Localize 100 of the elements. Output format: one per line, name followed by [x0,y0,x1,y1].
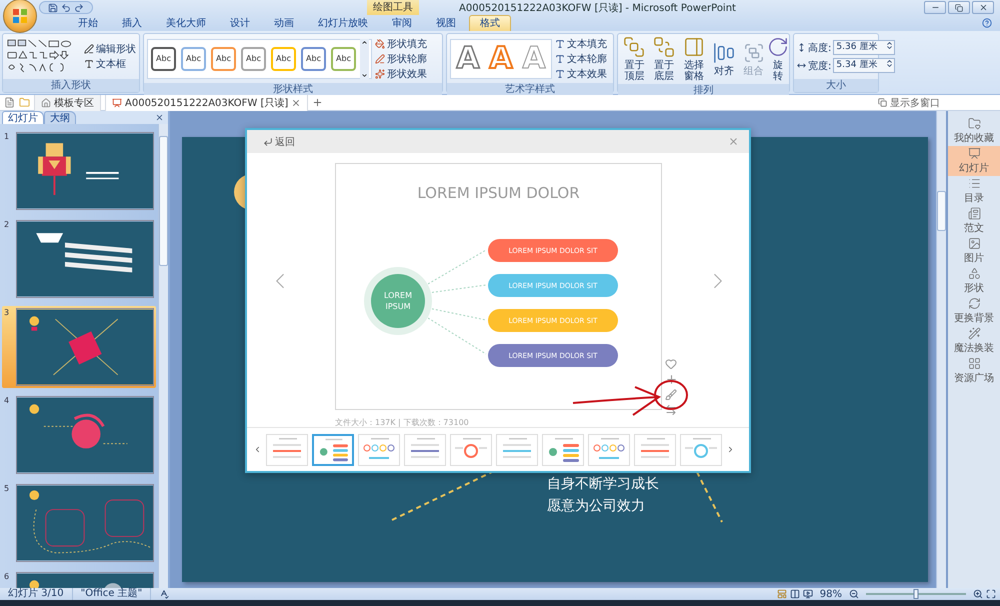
tab-label: A000520151222A03KOFW [只读] [125,96,288,110]
sidebar-item[interactable]: 范文 [948,206,1000,236]
ribbon-tab[interactable]: 设计 [219,15,261,31]
plus-icon[interactable] [665,373,678,386]
group-label: 大小 [794,79,878,92]
text-box-icon [84,59,94,69]
ribbon-tab[interactable]: 美化大师 [155,15,217,31]
close-icon[interactable] [155,113,164,122]
close-icon[interactable] [291,98,302,108]
slide-number: 1 [4,132,10,143]
spell-check-icon[interactable] [159,589,170,599]
zoom-level: 98% [818,588,843,600]
save-icon[interactable] [48,2,58,12]
undo-icon[interactable] [61,2,71,12]
ribbon-tab[interactable]: 视图 [425,15,467,31]
swap-icon[interactable] [665,404,677,416]
sidebar-item[interactable]: 图片 [948,236,1000,266]
ribbon-tab[interactable]: 幻灯片放映 [307,15,379,31]
sidebar-item[interactable]: 魔法换装 [948,326,1000,356]
sidebar-item[interactable]: 资源广场 [948,356,1000,386]
shape-style-preset[interactable]: Abc [301,46,326,70]
ribbon-tab[interactable]: 开始 [67,15,109,31]
scroll-down-icon[interactable] [361,72,368,78]
powerpoint-file-icon [112,98,122,108]
office-logo-icon [12,8,28,24]
size-label: 高度: [808,42,832,54]
back-icon [263,136,273,146]
ribbon-tab[interactable]: 审阅 [381,15,423,31]
slide-thumbnail[interactable] [16,308,154,386]
arrange-button[interactable]: 旋转 [770,36,786,82]
ribbon-tab[interactable]: 动画 [263,15,305,31]
heart-icon[interactable] [665,358,677,370]
sidebar-item[interactable]: 形状 [948,266,1000,296]
restore-button[interactable] [948,1,970,14]
preview-title: LOREM IPSUM DOLOR [416,184,581,202]
size-input[interactable]: 5.34 厘米 [833,58,896,73]
sorter-view-icon[interactable] [790,589,800,599]
spinner-icon[interactable] [885,41,894,50]
panel-tab[interactable]: 幻灯片 [2,111,44,124]
shape-style-preset[interactable]: Abc [241,46,266,70]
sidebar-item[interactable]: 幻灯片 [948,146,1000,176]
home-icon [41,98,51,108]
shape-style-preset[interactable]: Abc [151,46,176,70]
text-format-button[interactable]: 文本填充 [555,36,607,51]
template-thumbnail[interactable] [312,434,354,466]
close-icon [978,3,988,12]
image-icon [968,237,980,250]
spinner-icon[interactable] [885,59,894,68]
slide-thumbnail[interactable] [16,132,154,210]
shape-format-button[interactable]: 形状轮廓 [375,51,427,66]
arrange-button[interactable]: 对齐 [710,42,738,76]
zoom-in-icon[interactable] [973,589,983,599]
slide-number: 5 [4,484,10,495]
pen-icon [84,44,94,54]
multi-window-button[interactable]: 显示多窗口 [878,96,940,110]
slide-thumbnail[interactable] [16,484,154,562]
scroll-left-icon[interactable] [253,445,262,454]
document-tab[interactable]: 模板专区 [34,94,101,110]
arrange-button[interactable]: 置于底层 [650,36,678,82]
brush-icon[interactable] [665,389,677,401]
slide-thumbnail[interactable] [16,396,154,474]
scroll-up-icon[interactable] [361,38,368,46]
text-box-button[interactable]: 文本框 [84,56,136,72]
arrange-button[interactable]: 置于顶层 [621,36,648,82]
size-input[interactable]: 5.36 厘米 [833,40,896,55]
shape-format-button[interactable]: 形状效果 [375,66,427,81]
add-tab-icon[interactable] [312,97,324,108]
new-file-icon[interactable] [4,97,15,108]
shape-style-preset[interactable]: Abc [331,46,356,70]
ribbon-tab[interactable]: 格式 [469,15,511,31]
slide-number: 6 [4,572,10,583]
scrollbar[interactable] [936,111,946,588]
slides-icon [968,147,980,160]
scrollbar[interactable] [158,124,168,588]
fit-window-icon[interactable] [986,589,996,599]
panel-tab[interactable]: 大纲 [44,111,76,124]
ribbon-tab[interactable]: 插入 [111,15,153,31]
shape-style-preset[interactable]: Abc [211,46,236,70]
slide-text: 愿意为公司效力 [547,497,645,515]
center-label: LOREM IPSUM [371,274,425,328]
sidebar-item[interactable]: 目录 [948,176,1000,206]
scroll-right-icon[interactable] [726,445,735,454]
help-icon[interactable] [982,18,992,28]
arrange-button[interactable]: 选择窗格 [680,36,708,82]
sidebar-item[interactable]: 我的收藏 [948,116,1000,146]
slide-thumbnail[interactable] [16,220,154,298]
text-icon [555,68,565,78]
edit-shape-button[interactable]: 编辑形状 [84,42,136,56]
sidebar-item[interactable]: 更换背景 [948,296,1000,326]
text-format-button[interactable]: 文本效果 [555,66,607,81]
shape-format-button[interactable]: 形状填充 [375,36,427,51]
text-format-button[interactable]: 文本轮廓 [555,51,607,66]
shape-style-preset[interactable]: Abc [181,46,206,70]
document-tab[interactable]: A000520151222A03KOFW [只读] [105,94,308,110]
slideshow-icon[interactable] [802,589,813,599]
shape-style-preset[interactable]: Abc [271,46,296,70]
redo-icon[interactable] [74,2,84,12]
zoom-out-icon[interactable] [849,589,859,599]
back-button[interactable]: 返回 [263,134,295,148]
zoom-slider-thumb[interactable] [914,589,918,599]
